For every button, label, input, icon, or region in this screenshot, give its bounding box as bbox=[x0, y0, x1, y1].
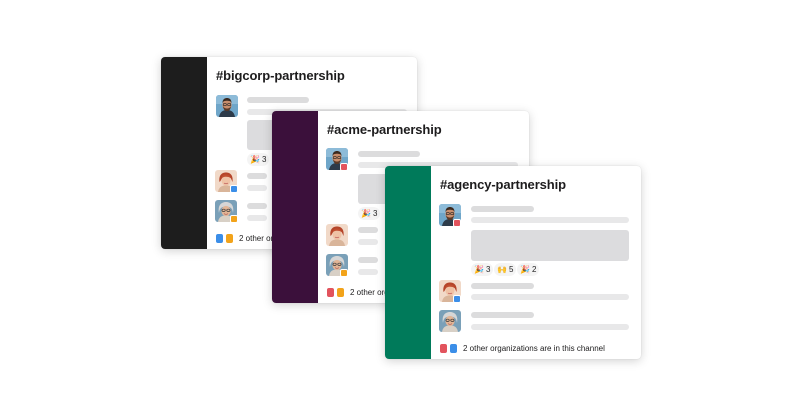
org-badge-red bbox=[340, 163, 348, 171]
org-square-icon bbox=[216, 234, 223, 243]
org-badge-blue bbox=[230, 185, 238, 193]
message-author-placeholder bbox=[471, 206, 534, 212]
message-line-placeholder bbox=[247, 185, 267, 191]
workspace-sidebar bbox=[161, 57, 207, 249]
org-badge-orange bbox=[340, 269, 348, 277]
message-line-placeholder bbox=[358, 239, 378, 245]
org-square-icon bbox=[450, 344, 457, 353]
channel-title: #agency-partnership bbox=[440, 177, 566, 192]
message-author-placeholder bbox=[358, 227, 378, 233]
message-author-placeholder bbox=[471, 283, 534, 289]
party-popper-icon: 🎉 bbox=[361, 208, 371, 218]
message-line-placeholder bbox=[358, 269, 378, 275]
party-popper-icon: 🎉 bbox=[520, 264, 530, 274]
reaction-count: 3 bbox=[485, 265, 491, 274]
channel-title: #acme-partnership bbox=[327, 122, 442, 137]
avatar-woman-icon[interactable] bbox=[326, 224, 348, 246]
partnership-channels-illustration: #bigcorp-partnership 🎉 3 2 other organiz… bbox=[0, 0, 796, 411]
message-line-placeholder bbox=[471, 217, 629, 223]
reaction-pill[interactable]: 🎉 2 bbox=[517, 263, 540, 276]
org-badge-orange bbox=[230, 215, 238, 223]
org-square-icon bbox=[327, 288, 334, 297]
message-line-placeholder bbox=[247, 215, 267, 221]
reaction-count: 3 bbox=[372, 209, 378, 218]
message-author-placeholder bbox=[247, 173, 267, 179]
message-author-placeholder bbox=[247, 97, 309, 103]
message-author-placeholder bbox=[247, 203, 267, 209]
reaction-pill[interactable]: 🎉 3 bbox=[471, 263, 494, 276]
reaction-count: 5 bbox=[508, 265, 514, 274]
org-badge-red bbox=[453, 219, 461, 227]
party-popper-icon: 🎉 bbox=[250, 154, 260, 164]
org-badge-blue bbox=[453, 295, 461, 303]
org-square-icon bbox=[440, 344, 447, 353]
reaction-pill[interactable]: 🙌 5 bbox=[494, 263, 517, 276]
workspace-sidebar bbox=[385, 166, 431, 359]
reaction-pill[interactable]: 🎉 3 bbox=[247, 153, 270, 166]
message-line-placeholder bbox=[471, 294, 629, 300]
message-author-placeholder bbox=[358, 151, 420, 157]
reaction-pill[interactable]: 🎉 3 bbox=[358, 207, 381, 220]
attachment-placeholder bbox=[471, 230, 629, 261]
shared-channel-text: 2 other organizations are in this channe… bbox=[463, 344, 605, 353]
org-square-icon bbox=[337, 288, 344, 297]
shared-channel-footer: 2 other organizations are in this channe… bbox=[440, 344, 605, 353]
message-author-placeholder bbox=[471, 312, 534, 318]
raised-hands-icon: 🙌 bbox=[497, 264, 507, 274]
org-square-icon bbox=[226, 234, 233, 243]
channel-card-agency[interactable]: #agency-partnership 🎉 3 🙌 5 🎉 2 2 other … bbox=[385, 166, 641, 359]
message-author-placeholder bbox=[358, 257, 378, 263]
reaction-count: 3 bbox=[261, 155, 267, 164]
avatar-man-icon[interactable] bbox=[216, 95, 238, 117]
reaction-count: 2 bbox=[531, 265, 537, 274]
message-line-placeholder bbox=[471, 324, 629, 330]
channel-title: #bigcorp-partnership bbox=[216, 68, 345, 83]
avatar-woman-grey-icon[interactable] bbox=[439, 310, 461, 332]
party-popper-icon: 🎉 bbox=[474, 264, 484, 274]
workspace-sidebar bbox=[272, 111, 318, 303]
